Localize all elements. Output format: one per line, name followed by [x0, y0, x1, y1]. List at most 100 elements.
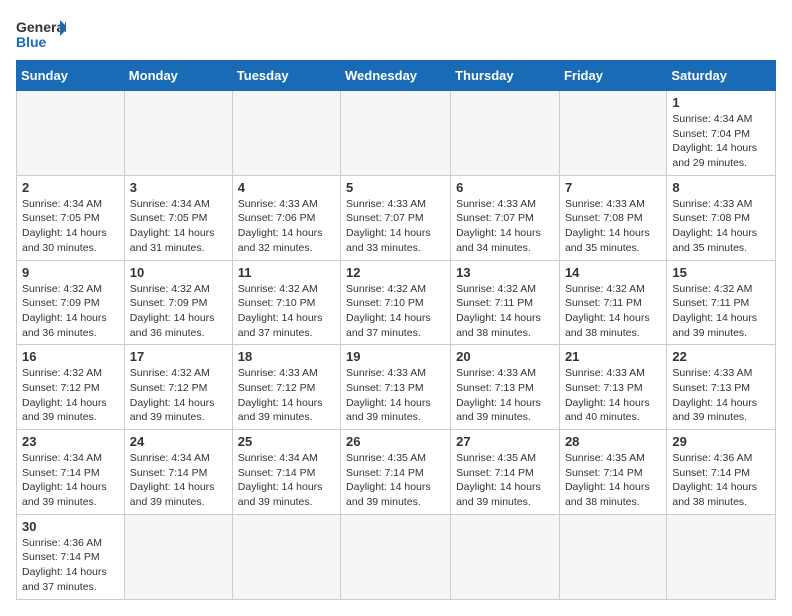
weekday-header: Sunday	[17, 61, 125, 91]
week-row: 1 Sunrise: 4:34 AMSunset: 7:04 PMDaylight…	[17, 91, 776, 176]
calendar-cell	[124, 514, 232, 599]
calendar-cell: 27Sunrise: 4:35 AMSunset: 7:14 PMDayligh…	[451, 430, 560, 515]
calendar-cell: 22 Sunrise: 4:33 AMSunset: 7:13 PMDayligh…	[667, 345, 776, 430]
calendar-cell: 29 Sunrise: 4:36 AMSunset: 7:14 PMDayligh…	[667, 430, 776, 515]
logo: General Blue	[16, 16, 66, 52]
day-number: 1	[672, 95, 770, 110]
svg-text:Blue: Blue	[16, 34, 47, 50]
calendar-header: SundayMondayTuesdayWednesdayThursdayFrid…	[17, 61, 776, 91]
calendar-cell: 12 Sunrise: 4:32 AMSunset: 7:10 PMDayligh…	[341, 260, 451, 345]
calendar-cell: 16 Sunrise: 4:32 AMSunset: 7:12 PMDayligh…	[17, 345, 125, 430]
day-info: Sunrise: 4:32 AMSunset: 7:10 PMDaylight:…	[238, 282, 335, 341]
day-info: Sunrise: 4:35 AMSunset: 7:14 PMDaylight:…	[456, 451, 554, 510]
day-number: 11	[238, 265, 335, 280]
calendar-cell: 10Sunrise: 4:32 AMSunset: 7:09 PMDayligh…	[124, 260, 232, 345]
day-info: Sunrise: 4:33 AMSunset: 7:07 PMDaylight:…	[456, 197, 554, 256]
day-number: 19	[346, 349, 445, 364]
calendar-body: 1 Sunrise: 4:34 AMSunset: 7:04 PMDaylight…	[17, 91, 776, 600]
day-info: Sunrise: 4:33 AMSunset: 7:13 PMDaylight:…	[346, 366, 445, 425]
day-number: 7	[565, 180, 661, 195]
day-info: Sunrise: 4:34 AMSunset: 7:14 PMDaylight:…	[238, 451, 335, 510]
day-info: Sunrise: 4:34 AMSunset: 7:14 PMDaylight:…	[130, 451, 227, 510]
day-info: Sunrise: 4:33 AMSunset: 7:08 PMDaylight:…	[565, 197, 661, 256]
day-number: 14	[565, 265, 661, 280]
day-info: Sunrise: 4:32 AMSunset: 7:12 PMDaylight:…	[130, 366, 227, 425]
day-info: Sunrise: 4:34 AMSunset: 7:04 PMDaylight:…	[672, 112, 770, 171]
day-info: Sunrise: 4:36 AMSunset: 7:14 PMDaylight:…	[22, 536, 119, 595]
day-info: Sunrise: 4:32 AMSunset: 7:10 PMDaylight:…	[346, 282, 445, 341]
day-info: Sunrise: 4:36 AMSunset: 7:14 PMDaylight:…	[672, 451, 770, 510]
day-number: 13	[456, 265, 554, 280]
calendar-cell	[341, 91, 451, 176]
calendar-cell: 2 Sunrise: 4:34 AMSunset: 7:05 PMDaylight…	[17, 175, 125, 260]
day-info: Sunrise: 4:32 AMSunset: 7:09 PMDaylight:…	[22, 282, 119, 341]
day-number: 3	[130, 180, 227, 195]
day-info: Sunrise: 4:32 AMSunset: 7:12 PMDaylight:…	[22, 366, 119, 425]
day-number: 8	[672, 180, 770, 195]
week-row: 30 Sunrise: 4:36 AMSunset: 7:14 PMDayligh…	[17, 514, 776, 599]
day-number: 4	[238, 180, 335, 195]
day-number: 22	[672, 349, 770, 364]
day-number: 28	[565, 434, 661, 449]
day-number: 24	[130, 434, 227, 449]
calendar-cell: 11 Sunrise: 4:32 AMSunset: 7:10 PMDayligh…	[232, 260, 340, 345]
weekday-header: Friday	[559, 61, 666, 91]
calendar-cell: 3 Sunrise: 4:34 AMSunset: 7:05 PMDaylight…	[124, 175, 232, 260]
calendar-cell	[341, 514, 451, 599]
weekday-header: Wednesday	[341, 61, 451, 91]
day-info: Sunrise: 4:33 AMSunset: 7:06 PMDaylight:…	[238, 197, 335, 256]
calendar-cell	[451, 514, 560, 599]
day-number: 29	[672, 434, 770, 449]
weekday-row: SundayMondayTuesdayWednesdayThursdayFrid…	[17, 61, 776, 91]
day-number: 15	[672, 265, 770, 280]
day-number: 9	[22, 265, 119, 280]
day-info: Sunrise: 4:33 AMSunset: 7:12 PMDaylight:…	[238, 366, 335, 425]
calendar-cell: 23Sunrise: 4:34 AMSunset: 7:14 PMDayligh…	[17, 430, 125, 515]
day-number: 6	[456, 180, 554, 195]
logo-svg: General Blue	[16, 16, 66, 52]
calendar-cell	[667, 514, 776, 599]
calendar-cell: 24 Sunrise: 4:34 AMSunset: 7:14 PMDayligh…	[124, 430, 232, 515]
day-info: Sunrise: 4:33 AMSunset: 7:08 PMDaylight:…	[672, 197, 770, 256]
calendar-cell	[232, 91, 340, 176]
day-info: Sunrise: 4:34 AMSunset: 7:05 PMDaylight:…	[130, 197, 227, 256]
weekday-header: Tuesday	[232, 61, 340, 91]
day-info: Sunrise: 4:33 AMSunset: 7:13 PMDaylight:…	[565, 366, 661, 425]
day-number: 2	[22, 180, 119, 195]
calendar-cell: 15Sunrise: 4:32 AMSunset: 7:11 PMDayligh…	[667, 260, 776, 345]
calendar-cell: 30 Sunrise: 4:36 AMSunset: 7:14 PMDayligh…	[17, 514, 125, 599]
day-number: 16	[22, 349, 119, 364]
calendar-cell	[17, 91, 125, 176]
calendar-cell: 7 Sunrise: 4:33 AMSunset: 7:08 PMDaylight…	[559, 175, 666, 260]
calendar-cell: 20Sunrise: 4:33 AMSunset: 7:13 PMDayligh…	[451, 345, 560, 430]
calendar-cell	[124, 91, 232, 176]
calendar-cell: 21Sunrise: 4:33 AMSunset: 7:13 PMDayligh…	[559, 345, 666, 430]
day-number: 5	[346, 180, 445, 195]
calendar-cell	[451, 91, 560, 176]
week-row: 16 Sunrise: 4:32 AMSunset: 7:12 PMDayligh…	[17, 345, 776, 430]
week-row: 9 Sunrise: 4:32 AMSunset: 7:09 PMDaylight…	[17, 260, 776, 345]
calendar-cell: 19 Sunrise: 4:33 AMSunset: 7:13 PMDayligh…	[341, 345, 451, 430]
day-info: Sunrise: 4:34 AMSunset: 7:14 PMDaylight:…	[22, 451, 119, 510]
day-info: Sunrise: 4:32 AMSunset: 7:09 PMDaylight:…	[130, 282, 227, 341]
calendar-cell	[232, 514, 340, 599]
day-info: Sunrise: 4:33 AMSunset: 7:07 PMDaylight:…	[346, 197, 445, 256]
day-number: 20	[456, 349, 554, 364]
calendar-cell: 17 Sunrise: 4:32 AMSunset: 7:12 PMDayligh…	[124, 345, 232, 430]
week-row: 23Sunrise: 4:34 AMSunset: 7:14 PMDayligh…	[17, 430, 776, 515]
day-info: Sunrise: 4:32 AMSunset: 7:11 PMDaylight:…	[565, 282, 661, 341]
day-number: 12	[346, 265, 445, 280]
day-info: Sunrise: 4:34 AMSunset: 7:05 PMDaylight:…	[22, 197, 119, 256]
weekday-header: Saturday	[667, 61, 776, 91]
calendar-cell	[559, 91, 666, 176]
calendar-cell: 8 Sunrise: 4:33 AMSunset: 7:08 PMDaylight…	[667, 175, 776, 260]
day-info: Sunrise: 4:35 AMSunset: 7:14 PMDaylight:…	[565, 451, 661, 510]
page-header: General Blue	[16, 16, 776, 52]
calendar-cell: 13 Sunrise: 4:32 AMSunset: 7:11 PMDayligh…	[451, 260, 560, 345]
day-number: 17	[130, 349, 227, 364]
calendar-cell: 26Sunrise: 4:35 AMSunset: 7:14 PMDayligh…	[341, 430, 451, 515]
day-number: 30	[22, 519, 119, 534]
calendar-cell: 9 Sunrise: 4:32 AMSunset: 7:09 PMDaylight…	[17, 260, 125, 345]
day-info: Sunrise: 4:33 AMSunset: 7:13 PMDaylight:…	[672, 366, 770, 425]
day-info: Sunrise: 4:32 AMSunset: 7:11 PMDaylight:…	[456, 282, 554, 341]
